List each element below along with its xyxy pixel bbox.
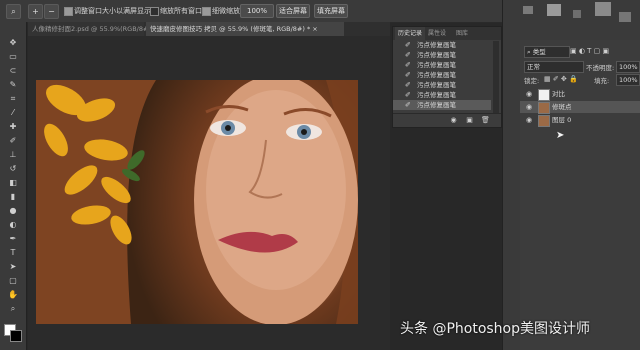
history-item[interactable]: ✐ 污点修复画笔 <box>393 70 491 80</box>
fit-screen-button[interactable]: 适合屏幕 <box>276 4 310 18</box>
tab-history[interactable]: 历史记录 <box>395 27 426 40</box>
history-item[interactable]: ✐ 污点修复画笔 <box>393 40 491 50</box>
history-panel: 历史记录 属性设 图库 ✐ 污点修复画笔 ✐ 污点修复画笔 ✐ 污点修复画笔 ✐ 污点修… <box>392 26 502 128</box>
history-item[interactable]: ✐ 污点修复画笔 <box>393 80 491 90</box>
tab-document-1-label: 人像精修封面2.psd @ 55.9%(RGB/8#) <box>32 25 151 33</box>
zoom-tool-sidebar-icon[interactable]: ⌕ <box>8 304 18 314</box>
camera-icon[interactable]: ▣ <box>465 116 474 125</box>
document-tab-bar: 人像精修封面2.psd @ 55.9%(RGB/8#) × 快速磨皮修图技巧 拷… <box>28 22 390 37</box>
dodge-tool-icon[interactable]: ◐ <box>8 220 18 230</box>
mouse-cursor-icon: ➤ <box>556 130 565 141</box>
resize-windows-label: 调整窗口大小以满屏显示 <box>74 7 151 15</box>
scrubby-zoom-checkbox[interactable] <box>202 7 211 16</box>
layer-filter-label: 类型 <box>532 48 546 56</box>
resize-windows-checkbox[interactable] <box>64 7 73 16</box>
dock-decoration <box>595 2 611 16</box>
lock-label: 锁定: <box>524 77 540 85</box>
tab-document-2[interactable]: 快速磨皮修图技巧 拷贝 @ 55.9% (修斑笔, RGB/8#) * × <box>146 22 344 36</box>
opacity-label: 不透明度: <box>586 64 615 72</box>
zoom-all-windows-label: 缩放所有窗口 <box>160 7 202 15</box>
tab-libraries[interactable]: 图库 <box>453 27 471 40</box>
snapshot-icon[interactable]: ◉ <box>449 116 458 125</box>
layer-row[interactable]: ◉ 对比 <box>520 88 640 101</box>
layer-name: 图层 0 <box>552 116 572 124</box>
history-panel-footer: ◉ ▣ 🗑 <box>393 113 501 128</box>
brush-icon: ✐ <box>405 71 411 79</box>
zoom-tool-icon[interactable]: ⌕ <box>6 4 21 19</box>
eye-icon[interactable]: ◉ <box>526 103 534 111</box>
history-item[interactable]: ✐ 污点修复画笔 <box>393 50 491 60</box>
crop-tool-icon[interactable]: ⌗ <box>8 94 18 104</box>
watermark-text: 头条 @Photoshop美图设计师 <box>400 321 591 337</box>
path-select-tool-icon[interactable]: ➤ <box>8 262 18 272</box>
dock-decoration <box>619 12 631 22</box>
dock-decoration <box>547 4 561 16</box>
search-icon: ⌕ <box>527 48 531 56</box>
history-item[interactable]: ✐ 污点修复画笔 <box>393 90 491 100</box>
layer-thumbnail <box>538 89 550 101</box>
healing-brush-tool-icon[interactable]: ✚ <box>8 122 18 132</box>
layer-row-selected[interactable]: ◉ 修斑点 <box>520 101 640 114</box>
type-tool-icon[interactable]: T <box>8 248 18 258</box>
brush-icon: ✐ <box>405 41 411 49</box>
portrait-image <box>36 80 358 324</box>
dock-decoration <box>523 6 533 14</box>
tab-document-1[interactable]: 人像精修封面2.psd @ 55.9%(RGB/8#) × <box>28 22 159 36</box>
gradient-tool-icon[interactable]: ▮ <box>8 192 18 202</box>
lock-icons[interactable]: ▦ ✐ ✥ 🔒 <box>544 75 578 83</box>
eye-icon[interactable]: ◉ <box>526 90 534 98</box>
zoom-value-button[interactable]: 100% <box>240 4 274 18</box>
layer-filter-select[interactable]: ⌕ 类型 <box>524 46 570 58</box>
background-color-swatch[interactable] <box>10 330 22 342</box>
layer-name: 修斑点 <box>552 103 572 111</box>
brush-icon: ✐ <box>405 51 411 59</box>
fill-label: 填充: <box>594 77 610 85</box>
layers-panel: ⌕ 类型 ▣ ◐ T ▢ ▣ 正常 不透明度: 100% 锁定: ▦ ✐ ✥ 🔒… <box>520 40 640 350</box>
history-brush-tool-icon[interactable]: ↺ <box>8 164 18 174</box>
blend-mode-label: 正常 <box>527 63 540 71</box>
tab-close-icon[interactable]: × <box>312 25 317 33</box>
zoom-out-icon[interactable]: − <box>44 4 59 19</box>
tools-panel: ✥ ▭ ⊂ ✎ ⌗ ⁄ ✚ ✐ ⊥ ↺ ◧ ▮ ● ◐ ✒ T ➤ ▢ ✋ ⌕ <box>0 22 27 350</box>
fill-input[interactable]: 100% <box>616 74 640 86</box>
layer-row[interactable]: ◉ 图层 0 <box>520 114 640 127</box>
eraser-tool-icon[interactable]: ◧ <box>8 178 18 188</box>
marquee-tool-icon[interactable]: ▭ <box>8 52 18 62</box>
move-tool-icon[interactable]: ✥ <box>8 38 18 48</box>
tab-properties[interactable]: 属性设 <box>425 27 449 40</box>
layer-name: 对比 <box>552 90 565 98</box>
eye-icon[interactable]: ◉ <box>526 116 534 124</box>
zoom-in-icon[interactable]: + <box>28 4 43 19</box>
brush-icon: ✐ <box>405 81 411 89</box>
history-item[interactable]: ✐ 污点修复画笔 <box>393 60 491 70</box>
fill-screen-button[interactable]: 填充屏幕 <box>314 4 348 18</box>
brush-icon: ✐ <box>405 61 411 69</box>
lasso-tool-icon[interactable]: ⊂ <box>8 66 18 76</box>
brush-icon: ✐ <box>405 101 411 109</box>
layer-thumbnail <box>538 102 550 114</box>
brush-tool-icon[interactable]: ✐ <box>8 136 18 146</box>
layer-thumbnail <box>538 115 550 127</box>
trash-icon[interactable]: 🗑 <box>481 116 490 125</box>
zoom-all-windows-checkbox[interactable] <box>150 7 159 16</box>
opacity-input[interactable]: 100% <box>616 61 640 73</box>
scrubby-zoom-label: 细微缩放 <box>212 7 240 15</box>
history-panel-tabs: 历史记录 属性设 图库 <box>393 27 501 40</box>
pen-tool-icon[interactable]: ✒ <box>8 234 18 244</box>
portrait-photo-canvas[interactable] <box>36 80 358 324</box>
shape-tool-icon[interactable]: ▢ <box>8 276 18 286</box>
history-scrollbar[interactable] <box>493 41 499 113</box>
history-item-selected[interactable]: ✐ 污点修复画笔 <box>393 100 491 110</box>
eyedropper-tool-icon[interactable]: ⁄ <box>8 108 18 118</box>
dock-decoration <box>573 10 581 18</box>
hand-tool-icon[interactable]: ✋ <box>8 290 18 300</box>
tab-document-2-label: 快速磨皮修图技巧 拷贝 @ 55.9% (修斑笔, RGB/8#) * <box>150 25 311 33</box>
quick-select-tool-icon[interactable]: ✎ <box>8 80 18 90</box>
stamp-tool-icon[interactable]: ⊥ <box>8 150 18 160</box>
layer-filter-icons[interactable]: ▣ ◐ T ▢ ▣ <box>570 47 609 55</box>
blur-tool-icon[interactable]: ● <box>8 206 18 216</box>
brush-icon: ✐ <box>405 91 411 99</box>
blend-mode-select[interactable]: 正常 <box>524 61 584 73</box>
